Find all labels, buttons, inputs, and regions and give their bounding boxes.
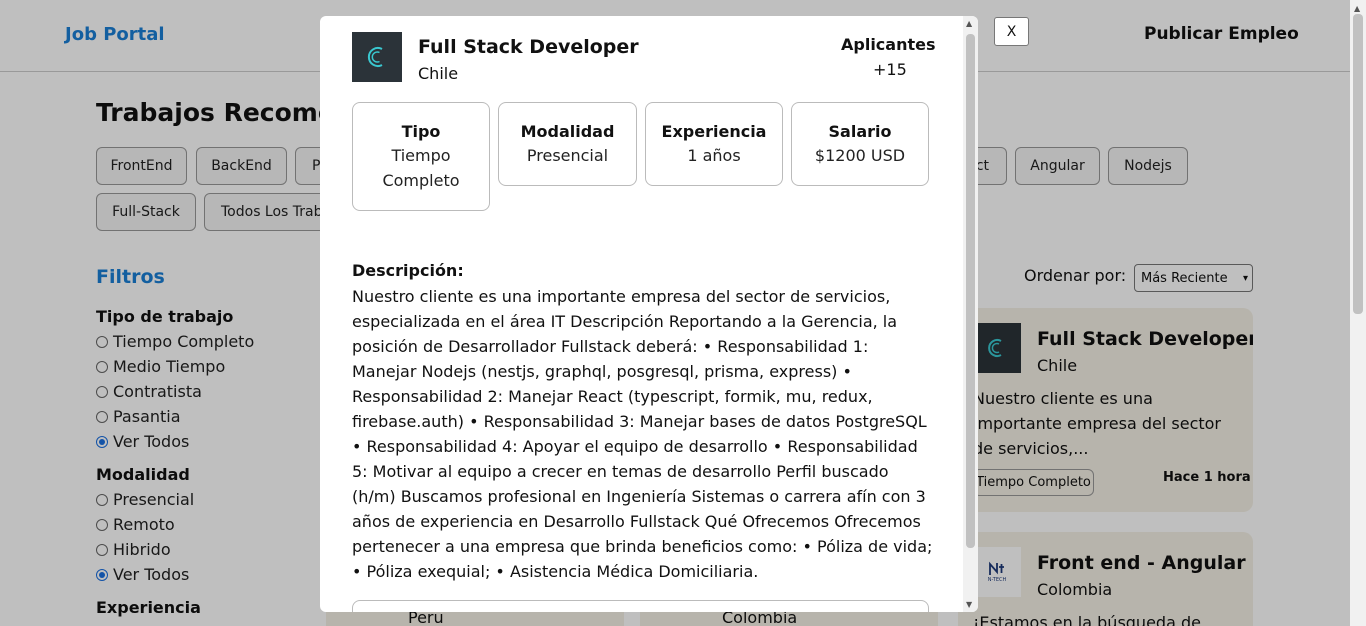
triangle-up-icon[interactable]: ▲ xyxy=(966,19,972,28)
job-detail-modal: Full Stack Developer Chile Aplicantes +1… xyxy=(320,16,978,612)
info-value: Presencial xyxy=(526,146,609,165)
modal-job-country: Chile xyxy=(418,64,459,83)
applicants-count: +15 xyxy=(873,60,907,79)
info-label: Experiencia xyxy=(661,122,767,141)
info-label: Modalidad xyxy=(520,122,615,141)
triangle-down-icon[interactable]: ▼ xyxy=(966,600,972,609)
related-section-edge xyxy=(352,600,929,612)
info-box-experience: Experiencia 1 años xyxy=(645,102,783,186)
info-value: 1 años xyxy=(687,146,741,165)
page-scrollbar-thumb[interactable] xyxy=(1353,14,1363,314)
info-value: Tiempo Completo xyxy=(382,146,460,190)
triangle-up-icon[interactable]: ▲ xyxy=(1354,4,1360,13)
info-value: $1200 USD xyxy=(814,146,906,165)
info-label: Salario xyxy=(828,122,892,141)
info-label: Tipo xyxy=(401,122,441,141)
modal-scrollbar-thumb[interactable] xyxy=(966,34,975,548)
info-box-modality: Modalidad Presencial xyxy=(498,102,637,186)
applicants-label: Aplicantes xyxy=(841,35,936,54)
info-box-salary: Salario $1200 USD xyxy=(791,102,929,186)
c-swirl-logo-icon xyxy=(352,32,402,82)
modal-job-title: Full Stack Developer xyxy=(418,36,639,58)
info-box-type: Tipo Tiempo Completo xyxy=(352,102,490,211)
description-heading: Descripción: xyxy=(352,261,464,280)
modal-scrollbar[interactable]: ▲ ▼ xyxy=(963,16,978,612)
job-description: Nuestro cliente es una importante empres… xyxy=(352,287,933,581)
close-modal-button[interactable]: X xyxy=(994,17,1029,46)
